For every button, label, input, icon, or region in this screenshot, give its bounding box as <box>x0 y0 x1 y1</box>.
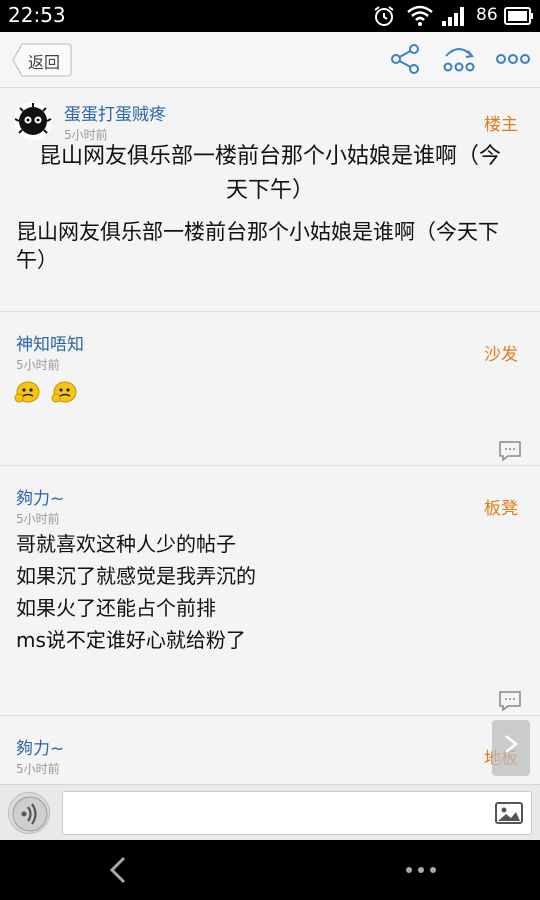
post-author[interactable]: 蛋蛋打蛋贼疼 <box>64 100 166 125</box>
status-bar: 22:53 86 <box>0 0 540 32</box>
reply-author[interactable]: 夠力~ <box>16 484 64 509</box>
image-icon[interactable] <box>495 800 523 830</box>
post-title: 昆山网友俱乐部一楼前台那个小姑娘是谁啊（今天下午） <box>38 144 501 203</box>
comment-icon[interactable] <box>498 690 522 716</box>
emoji-face-icon <box>14 378 42 408</box>
reply-input[interactable] <box>62 791 532 835</box>
reply-floor: 板凳 <box>484 499 518 519</box>
reply-line: 如果火了还能占个前排 <box>16 596 216 620</box>
post-floor: 楼主 <box>484 115 518 135</box>
main-post: 蛋蛋打蛋贼疼 5小时前 楼主 昆山网友俱乐部一楼前台那个小姑娘是谁啊（今天下午）… <box>0 88 540 312</box>
back-label: 返回 <box>28 53 61 72</box>
system-nav-bar <box>0 840 540 900</box>
emoji-row <box>14 378 83 408</box>
voice-button[interactable] <box>8 792 50 834</box>
post-body: 昆山网友俱乐部一楼前台那个小姑娘是谁啊（今天下午） <box>16 220 499 272</box>
comment-icon[interactable] <box>498 440 522 466</box>
reply-3: 夠力~ 5小时前 地板 <box>0 716 540 784</box>
reply-2: 夠力~ 5小时前 板凳 哥就喜欢这种人少的帖子 如果沉了就感觉是我弄沉的 如果火… <box>0 466 540 716</box>
reply-line: 如果沉了就感觉是我弄沉的 <box>16 564 256 588</box>
reply-floor: 沙发 <box>484 345 518 365</box>
reply-content: 哥就喜欢这种人少的帖子 如果沉了就感觉是我弄沉的 如果火了还能占个前排 ms说不… <box>16 528 524 656</box>
back-button[interactable]: 返回 <box>12 43 72 77</box>
alarm-icon <box>372 4 396 32</box>
share-icon[interactable] <box>388 42 422 80</box>
menu-dots-icon[interactable] <box>404 862 438 882</box>
more-icon[interactable] <box>494 42 532 80</box>
back-arrow-icon[interactable] <box>104 854 132 890</box>
reply-line: 哥就喜欢这种人少的帖子 <box>16 532 236 556</box>
reply-line: ms说不定谁好心就给粉了 <box>16 628 246 652</box>
reply-1: 神知唔知 5小时前 沙发 <box>0 312 540 466</box>
refresh-icon[interactable] <box>440 42 478 80</box>
battery-icon <box>504 7 534 29</box>
reply-author[interactable]: 神知唔知 <box>16 330 84 355</box>
emoji-face-icon <box>51 378 79 408</box>
next-page-button[interactable] <box>492 720 530 776</box>
reply-input-bar <box>0 784 540 840</box>
signal-icon <box>440 4 468 32</box>
status-time: 22:53 <box>8 3 66 27</box>
avatar[interactable] <box>14 102 52 140</box>
reply-time: 5小时前 <box>16 762 60 776</box>
wifi-icon <box>406 4 434 32</box>
reply-time: 5小时前 <box>16 512 60 526</box>
toolbar: 返回 <box>0 32 540 88</box>
battery-level: 86 <box>476 5 498 25</box>
reply-author[interactable]: 夠力~ <box>16 734 64 759</box>
reply-time: 5小时前 <box>16 358 60 372</box>
